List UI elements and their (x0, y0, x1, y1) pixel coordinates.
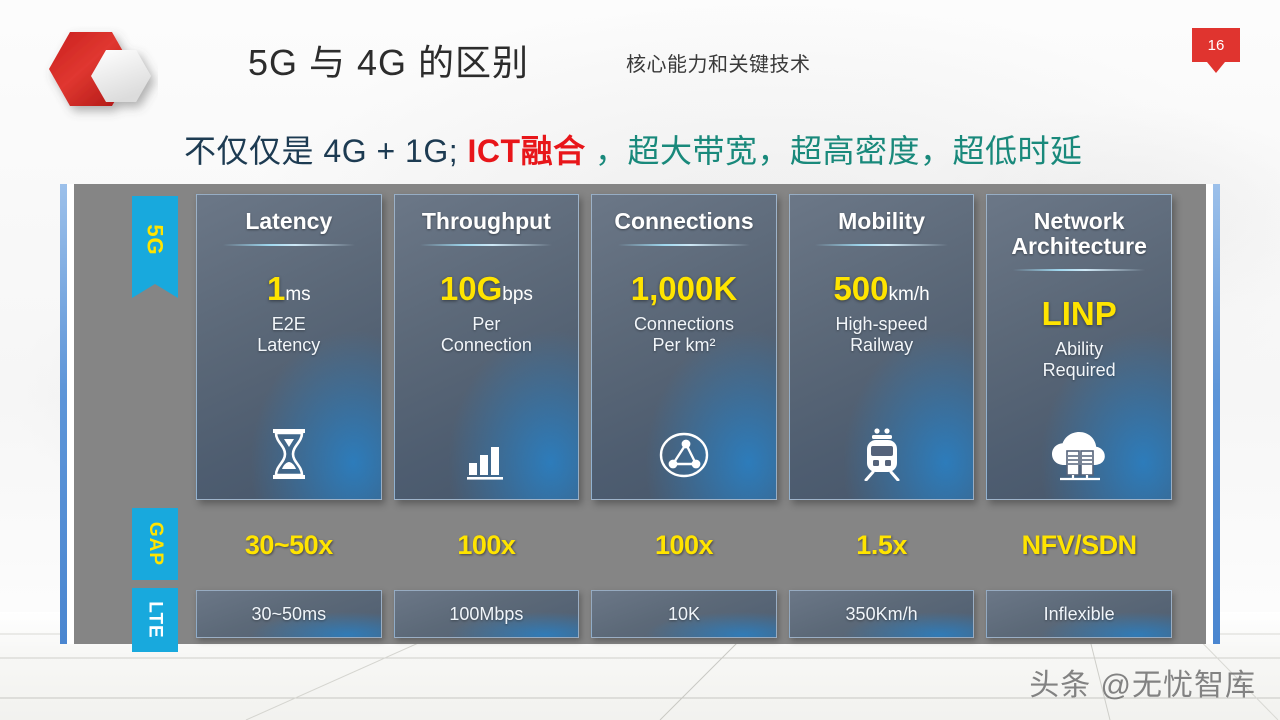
panel-rail-left (60, 184, 67, 644)
lte-value[interactable]: 350Km/h (788, 590, 975, 638)
row-label-gap-text: GAP (145, 521, 166, 567)
card-divider (222, 243, 355, 246)
card-description: Connections Per km² (633, 313, 735, 356)
card-description: E2E Latency (257, 313, 321, 356)
panel-gap-left (67, 184, 74, 644)
headline-segment-teal: ，超大带宽，超高密度，超低时延 (594, 133, 1083, 169)
card-title: Throughput (421, 208, 551, 234)
card-description: Ability Required (1042, 338, 1116, 380)
capability-card[interactable]: Network Architecture LINP Ability Required (986, 194, 1172, 500)
capability-card[interactable]: Latency 1ms E2E Latency (196, 194, 382, 500)
card-figure-unit: km/h (888, 283, 930, 305)
card-figure-value: 1,000K (630, 269, 738, 307)
page-title: 5G 与 4G 的区别 (248, 42, 530, 83)
network-nodes-icon (592, 429, 776, 481)
row-label-gap: GAP (132, 508, 178, 580)
lte-value[interactable]: 30~50ms (196, 590, 382, 638)
gap-value: 100x (654, 529, 714, 560)
card-title: Network Architecture (1011, 208, 1147, 259)
card-figure: 500km/h (833, 272, 929, 305)
lte-value[interactable]: Inflexible (986, 590, 1172, 638)
card-figure: LINP (1042, 297, 1117, 330)
capability-card[interactable]: Connections 1,000K Connections Per km² (591, 194, 777, 500)
hourglass-icon (197, 427, 381, 481)
hexagon-logo (26, 18, 158, 130)
card-divider (815, 243, 948, 246)
gap-value: 100x (457, 529, 516, 560)
card-divider (617, 243, 751, 246)
row-label-lte: LTE (132, 588, 178, 652)
cloud-servers-icon (987, 427, 1171, 481)
card-figure-value: 1 (266, 269, 286, 307)
capability-card[interactable]: Throughput 10Gbps Per Connection (393, 194, 580, 500)
card-title: Latency (245, 208, 333, 234)
gap-value: 1.5x (856, 529, 907, 560)
row-label-lte-text: LTE (144, 601, 166, 639)
card-figure-value: LINP (1041, 294, 1117, 332)
card-divider (1013, 268, 1146, 271)
card-divider (420, 243, 553, 246)
card-figure-value: 500 (833, 269, 889, 307)
card-description: Per Connection (440, 313, 532, 356)
gap-row: 30~50x 100x 100x 1.5x NFV/SDN (196, 516, 1172, 574)
page-number-text: 16 (1207, 36, 1225, 54)
card-figure-unit: bps (502, 283, 533, 305)
headline: 不仅仅是 4G + 1G; ICT融合 ，超大带宽，超高密度，超低时延 (184, 126, 1083, 172)
card-figure: 1ms (267, 272, 311, 305)
gap-value: 30~50x (244, 529, 333, 560)
card-figure-unit: ms (285, 283, 311, 305)
page-number-badge: 16 (1192, 28, 1240, 62)
headline-segment-red: ICT融合 (467, 133, 586, 169)
lte-value[interactable]: 100Mbps (393, 590, 580, 638)
gap-value: NFV/SDN (1021, 529, 1138, 560)
card-description: High-speed Railway (835, 313, 928, 356)
headline-segment-dark: 不仅仅是 4G + 1G; (184, 133, 459, 169)
card-figure: 10Gbps (440, 272, 533, 305)
bar-chart-icon (395, 431, 579, 481)
panel-rail-right (1213, 184, 1220, 644)
capability-card[interactable]: Mobility 500km/h High-speed Railway (788, 194, 975, 500)
card-title: Connections (614, 208, 754, 234)
card-figure: 1,000K (631, 272, 737, 305)
row-label-5g-text: 5G (142, 224, 168, 256)
card-figure-value: 10G (439, 269, 503, 307)
watermark: 头条 @无忧智库 (1029, 669, 1256, 702)
row-label-5g: 5G (132, 196, 178, 298)
panel-gap-right (1206, 184, 1213, 644)
lte-row: 30~50ms 100Mbps 10K 350Km/h Inflexible (196, 590, 1172, 638)
card-title: Mobility (838, 208, 926, 234)
capability-card-list: Latency 1ms E2E Latency Throughput 10Gbps… (196, 194, 1172, 500)
lte-value[interactable]: 10K (591, 590, 777, 638)
page-subtitle: 核心能力和关键技术 (626, 54, 811, 76)
train-icon (790, 427, 974, 481)
